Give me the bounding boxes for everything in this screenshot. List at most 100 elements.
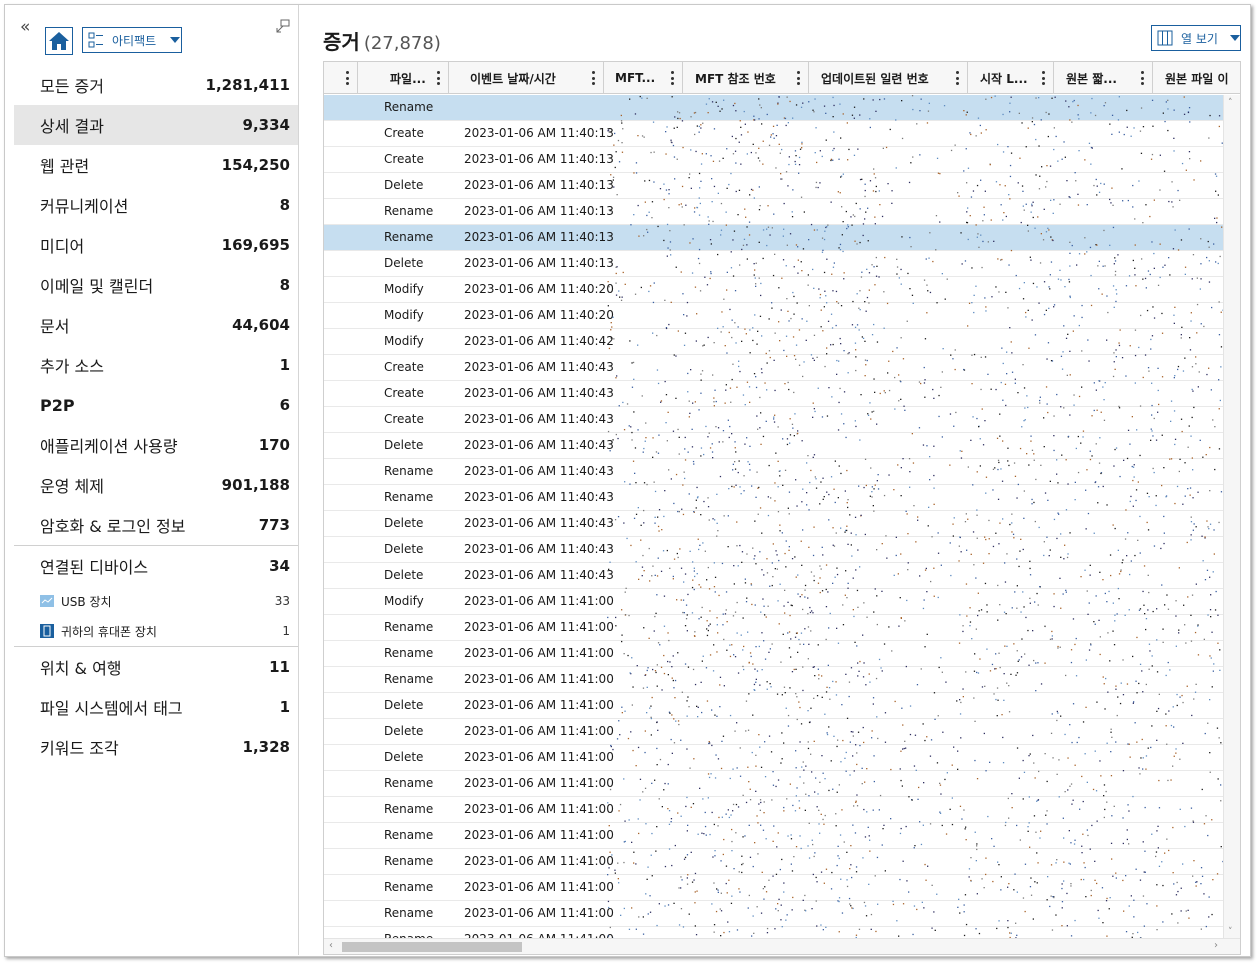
file-operation-cell: Modify (384, 308, 424, 322)
scroll-left-icon[interactable]: ‹ (329, 940, 333, 951)
category-media[interactable]: 미디어 169,695 (14, 225, 298, 265)
event-datetime-cell: 2023-01-06 AM 11:41:00 (464, 620, 614, 634)
scroll-up-icon[interactable]: ˄ (1228, 98, 1233, 108)
category-count: 1,281,411 (205, 76, 290, 94)
event-datetime-cell: 2023-01-06 AM 11:40:43 (464, 490, 614, 504)
scroll-right-icon[interactable]: › (1214, 940, 1218, 951)
event-datetime-cell: 2023-01-06 AM 11:40:20 (464, 282, 614, 296)
event-datetime-cell: 2023-01-06 AM 11:40:43 (464, 438, 614, 452)
scroll-down-icon[interactable]: ˅ (1228, 927, 1233, 937)
horizontal-scroll-thumb[interactable] (342, 942, 522, 952)
file-operation-cell: Rename (384, 880, 434, 894)
category-additional-sources[interactable]: 추가 소스 1 (14, 345, 298, 385)
column-header-file-op[interactable]: 파일... (376, 62, 449, 94)
artifact-label: 아티팩트 (112, 33, 157, 48)
vertical-scrollbar[interactable]: ˄ ˅ (1223, 95, 1240, 940)
file-operation-cell: Rename (384, 854, 434, 868)
page-title-text: 증거 (323, 30, 360, 54)
column-header-menu[interactable] (324, 62, 358, 94)
table-header: 파일... 이벤트 날짜/시간 MFT... MFT 참조 번호 업데이트된 일… (324, 62, 1240, 94)
category-email-calendar[interactable]: 이메일 및 캘린더 8 (14, 265, 298, 305)
file-operation-cell: Rename (384, 776, 434, 790)
category-location-travel[interactable]: 위치 & 여행 11 (14, 647, 298, 687)
column-header-label: 원본 파일 이 (1165, 71, 1229, 86)
column-menu-icon (592, 71, 595, 85)
category-label: 이메일 및 캘린더 (40, 277, 154, 296)
file-operation-cell: Delete (384, 178, 424, 192)
category-label: 연결된 디바이스 (40, 558, 149, 577)
category-count: 9,334 (242, 116, 290, 134)
category-label: 운영 체제 (40, 477, 104, 496)
category-all-evidence[interactable]: 모든 증거 1,281,411 (14, 65, 298, 105)
file-operation-cell: Delete (384, 516, 424, 530)
event-datetime-cell: 2023-01-06 AM 11:40:13 (464, 178, 614, 192)
category-communication[interactable]: 커뮤니케이션 8 (14, 185, 298, 225)
column-header-event-datetime[interactable]: 이벤트 날짜/시간 (449, 62, 604, 94)
file-operation-cell: Rename (384, 802, 434, 816)
file-operation-cell: Create (384, 126, 424, 140)
category-label: 모든 증거 (40, 77, 104, 96)
file-operation-cell: Delete (384, 542, 424, 556)
column-header-spacer (358, 62, 376, 94)
horizontal-scrollbar[interactable]: ‹ › (324, 938, 1240, 954)
category-label: 상세 결과 (40, 117, 104, 136)
artifact-view-dropdown[interactable]: 아티팩트 (82, 27, 182, 53)
home-button[interactable] (45, 27, 73, 55)
event-datetime-cell: 2023-01-06 AM 11:40:43 (464, 464, 614, 478)
column-header-label: 시작 L... (980, 71, 1028, 86)
category-label: 키워드 조각 (40, 739, 119, 758)
subcategory-count: 33 (274, 594, 290, 608)
category-count: 170 (258, 436, 290, 454)
category-operating-system[interactable]: 운영 체제 901,188 (14, 465, 298, 505)
category-label: P2P (40, 395, 75, 415)
columns-icon (1157, 30, 1173, 46)
evidence-table: 파일... 이벤트 날짜/시간 MFT... MFT 참조 번호 업데이트된 일… (323, 61, 1241, 955)
event-datetime-cell: 2023-01-06 AM 11:40:42 (464, 334, 614, 348)
category-connected-devices[interactable]: 연결된 디바이스 34 (14, 546, 298, 586)
sidebar: « 아티팩트 모든 증거 1,281,411 상세 결과 9,334 웹 관련 154… (10, 5, 299, 955)
event-datetime-cell: 2023-01-06 AM 11:40:43 (464, 412, 614, 426)
event-datetime-cell: 2023-01-06 AM 11:40:43 (464, 568, 614, 582)
subcategory-usb-devices[interactable]: USB 장치 33 (14, 586, 298, 616)
column-header-label: 원본 짧... (1066, 71, 1117, 86)
column-header-orig-short[interactable]: 원본 짧... (1054, 62, 1153, 94)
file-operation-cell: Create (384, 412, 424, 426)
column-header-start-l[interactable]: 시작 L... (968, 62, 1054, 94)
event-datetime-cell: 2023-01-06 AM 11:40:43 (464, 386, 614, 400)
column-header-usn[interactable]: 업데이트된 일련 번호 (809, 62, 968, 94)
event-datetime-cell: 2023-01-06 AM 11:41:00 (464, 698, 614, 712)
category-encryption-login[interactable]: 암호화 & 로그인 정보 773 (14, 505, 298, 545)
column-header-mft[interactable]: MFT... (604, 62, 683, 94)
category-p2p[interactable]: P2P 6 (14, 385, 298, 425)
column-header-mft-ref[interactable]: MFT 참조 번호 (683, 62, 809, 94)
column-header-label: 파일... (390, 71, 426, 86)
category-documents[interactable]: 문서 44,604 (14, 305, 298, 345)
subcategory-phone-devices[interactable]: 귀하의 휴대폰 장치 1 (14, 616, 298, 646)
column-view-button[interactable]: 열 보기 (1151, 25, 1241, 51)
category-filesystem-tags[interactable]: 파일 시스템에서 태그 1 (14, 687, 298, 727)
file-operation-cell: Modify (384, 282, 424, 296)
file-operation-cell: Rename (384, 204, 434, 218)
file-operation-cell: Rename (384, 906, 434, 920)
popout-button[interactable] (276, 18, 290, 37)
event-datetime-cell: 2023-01-06 AM 11:40:13 (464, 152, 614, 166)
category-app-usage[interactable]: 애플리케이션 사용량 170 (14, 425, 298, 465)
category-keyword-fragments[interactable]: 키워드 조각 1,328 (14, 727, 298, 767)
collapse-sidebar-button[interactable]: « (20, 19, 30, 36)
category-detailed-results[interactable]: 상세 결과 9,334 (14, 105, 298, 145)
category-web[interactable]: 웹 관련 154,250 (14, 145, 298, 185)
column-menu-icon (346, 71, 349, 85)
file-operation-cell: Rename (384, 100, 434, 114)
column-menu-icon (437, 71, 440, 85)
file-operation-cell: Delete (384, 438, 424, 452)
file-operation-cell: Rename (384, 464, 434, 478)
column-menu-icon (1042, 71, 1045, 85)
column-header-orig-file[interactable]: 원본 파일 이 (1153, 62, 1240, 94)
file-operation-cell: Delete (384, 724, 424, 738)
category-label: 파일 시스템에서 태그 (40, 699, 183, 718)
category-count: 44,604 (232, 316, 290, 334)
event-datetime-cell: 2023-01-06 AM 11:41:00 (464, 802, 614, 816)
category-label: 암호화 & 로그인 정보 (40, 517, 186, 536)
category-label: 위치 & 여행 (40, 659, 122, 678)
usb-icon (40, 595, 54, 607)
